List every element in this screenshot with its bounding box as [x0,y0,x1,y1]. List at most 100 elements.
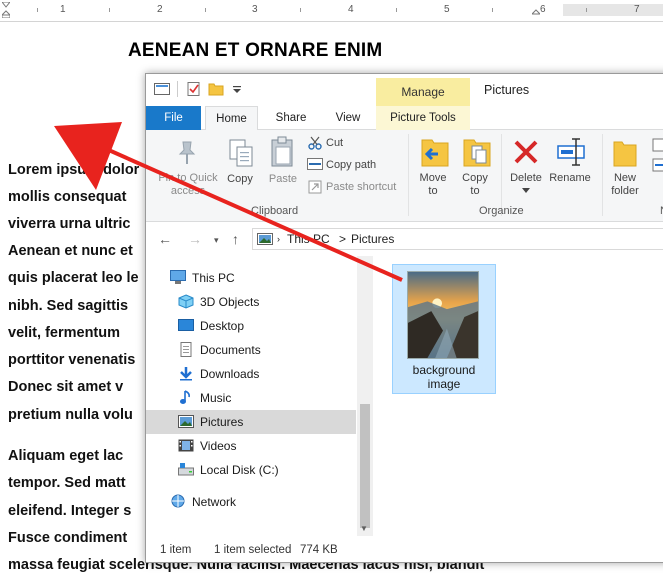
tab-view[interactable]: View [324,106,372,130]
new-item-icon[interactable] [652,138,663,152]
scroll-down-arrow-icon[interactable]: ▼ [360,524,368,533]
ruler-tick [205,8,206,12]
ruler-tick [586,8,587,12]
nav-item-this-pc[interactable]: This PC [146,266,356,290]
pictures-location-icon [257,233,273,245]
new-folder-large-icon [613,141,637,167]
document-icon [180,342,192,357]
nav-label: Music [200,391,232,405]
document-line: eleifend. Integer s [8,503,132,519]
ruler-tick [492,8,493,12]
move-to-label-line2: to [428,185,438,197]
nav-item-videos[interactable]: Videos [146,434,356,458]
window-title: Pictures [484,83,530,97]
paste-icon [271,136,293,167]
tab-share[interactable]: Share [266,106,316,130]
copy-label: Copy [227,173,253,185]
breadcrumb-this-pc[interactable]: This PC [287,232,330,246]
document-line: Aliquam eget lac [8,448,124,464]
tab-picture-tools[interactable]: Picture Tools [376,106,470,130]
file-name: background image [393,363,495,391]
breadcrumb-separator[interactable]: > [339,232,346,246]
ruler-number: 6 [540,4,546,15]
nav-label: Videos [200,439,237,453]
ruler-number: 7 [634,4,640,15]
ruler-margin-area [563,4,663,16]
nav-item-documents[interactable]: Documents [146,338,356,362]
copy-path-icon [307,158,323,170]
status-selected: 1 item selected [214,544,292,556]
pin-label: Pin to Quick [158,172,218,184]
customize-toolbar-icon[interactable] [229,82,245,96]
cube-icon [178,294,194,309]
navigation-pane: This PC 3D Objects Desktop Documents Dow… [146,256,371,536]
scrollbar-thumb[interactable] [360,404,370,528]
forward-arrow-icon[interactable]: → [188,231,202,247]
paste-label: Paste [268,173,298,185]
document-line: velit, fermentum [8,325,120,341]
nav-item-local-disk[interactable]: Local Disk (C:) [146,458,356,482]
ruler-tick [396,8,397,12]
title-bar[interactable]: Manage Pictures [146,74,663,106]
delete-x-icon [514,140,538,164]
group-separator [602,134,603,216]
nav-label: 3D Objects [200,295,260,309]
tab-home[interactable]: Home [205,106,258,131]
nav-label: Local Disk (C:) [200,463,279,477]
nav-item-3d-objects[interactable]: 3D Objects [146,290,356,314]
new-folder-label-line2: folder [611,185,639,197]
file-list[interactable]: background image [374,256,663,536]
breadcrumb-separator-icon[interactable]: › [277,234,280,244]
document-line: Aenean et nunc et [8,243,133,259]
file-explorer-window[interactable]: Manage Pictures File Home Share View Pic… [145,73,663,563]
file-name-line2: image [427,377,461,391]
nav-item-network[interactable]: Network [146,490,356,514]
chevron-down-icon [522,188,530,193]
ruler-number: 1 [60,4,66,15]
nav-item-pictures[interactable]: Pictures [146,410,356,434]
nav-label: Downloads [200,367,260,381]
copy-to-label-line2: to [470,185,480,197]
recent-locations-chevron-icon[interactable]: ▾ [214,235,219,246]
back-arrow-icon[interactable]: ← [158,231,172,247]
document-line: Donec sit amet v [8,379,124,395]
window-icon[interactable] [154,82,170,96]
properties-icon[interactable] [186,82,202,96]
nav-label: This PC [192,271,235,285]
easy-access-icon[interactable] [652,158,663,172]
document-line: tempor. Sed matt [8,475,126,491]
document-line: nibh. Sed sagittis [8,298,129,314]
manage-tab[interactable]: Manage [376,78,470,106]
document-line: Fusce condiment [8,530,128,546]
tab-file[interactable]: File [146,106,201,130]
move-to-icon [421,139,449,167]
address-field[interactable]: › This PC > Pictures [252,228,663,250]
copy-path-label: Copy path [326,159,377,171]
delete-label: Delete [510,172,542,184]
new-folder-icon[interactable] [208,82,224,96]
film-icon [178,439,194,452]
document-line: viverra urna ultric [8,216,131,232]
document-line: Lorem ipsum dolor [8,162,140,178]
pictures-icon [178,415,194,428]
up-arrow-icon[interactable]: ↑ [232,231,239,247]
indent-marker-icon[interactable] [2,2,10,18]
nav-item-desktop[interactable]: Desktop [146,314,356,338]
nav-item-music[interactable]: Music [146,386,356,410]
right-indent-marker-icon[interactable] [532,2,540,18]
ruler-tick [300,8,301,12]
file-item-background-image[interactable]: background image [392,264,496,394]
copy-icon [229,139,253,167]
breadcrumb-pictures[interactable]: Pictures [351,232,394,246]
clipboard-group-label: Clipboard [251,205,299,217]
navigation-scrollbar[interactable]: ▼ [357,256,373,538]
nav-item-downloads[interactable]: Downloads [146,362,356,386]
computer-icon [170,270,186,284]
ruler-tick [37,8,38,12]
document-line: pretium nulla volu [8,407,133,423]
pin-icon [178,141,196,164]
ribbon: Pin to Quick access Copy Paste Cut Copy … [146,130,663,222]
address-bar: ← → ▾ ↑ › This PC > Pictures [146,224,663,254]
new-folder-label: New [613,172,636,184]
document-line: porttitor venenatis [8,352,136,368]
